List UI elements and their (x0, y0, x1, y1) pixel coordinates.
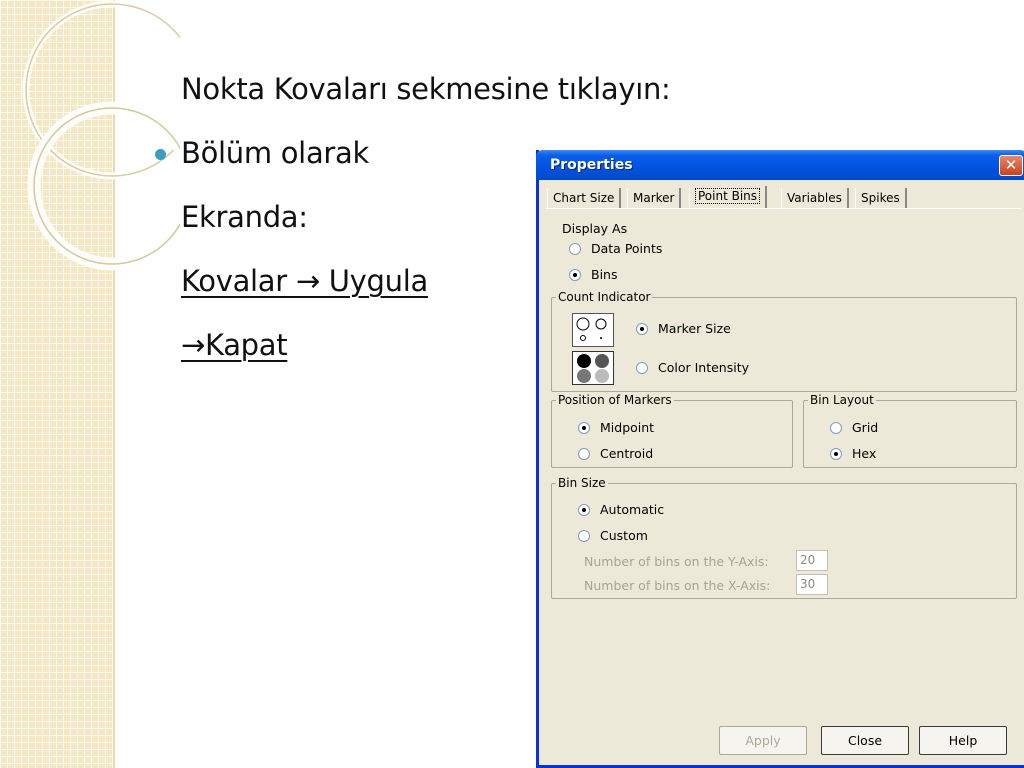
radio-midpoint-label: Midpoint (600, 420, 655, 435)
radio-color-intensity-label: Color Intensity (658, 360, 750, 375)
radio-data-points-indicator (569, 243, 581, 255)
close-icon[interactable]: ✕ (999, 155, 1023, 176)
color-intensity-icon (572, 351, 614, 385)
radio-data-points[interactable]: Data Points (569, 242, 662, 256)
x-axis-bins-label: Number of bins on the X-Axis: (584, 578, 771, 593)
marker-size-icon (572, 313, 614, 347)
radio-marker-size-indicator (636, 323, 648, 335)
radio-bins-indicator (569, 269, 581, 281)
radio-hex[interactable]: Hex (830, 447, 876, 461)
tab-point-bins[interactable]: Point Bins (689, 186, 768, 208)
count-indicator-label: Count Indicator (556, 290, 653, 304)
position-of-markers-group: Position of Markers Midpoint Centroid (551, 393, 793, 468)
radio-automatic[interactable]: Automatic (578, 503, 664, 517)
radio-centroid-label: Centroid (600, 446, 654, 461)
close-button[interactable]: Close (821, 726, 909, 755)
bullet-icon (155, 149, 166, 160)
bin-size-group: Bin Size Automatic Custom Number of bins… (551, 476, 1017, 599)
help-button[interactable]: Help (919, 726, 1007, 755)
step-bins-apply-text: Kovalar → Uygula (181, 264, 428, 298)
x-axis-bins-field[interactable]: 30 (796, 574, 828, 595)
radio-automatic-label: Automatic (600, 502, 665, 517)
bin-layout-group: Bin Layout Grid Hex (803, 393, 1017, 468)
radio-data-points-label: Data Points (591, 241, 663, 256)
radio-bins-label: Bins (591, 267, 618, 282)
step-close-text: →Kapat (181, 328, 288, 362)
radio-custom-label: Custom (600, 528, 648, 543)
tab-chart-size[interactable]: Chart Size (547, 188, 622, 208)
tab-variables[interactable]: Variables (781, 188, 849, 208)
properties-dialog: Properties ✕ Chart Size Marker Point Bin… (536, 150, 1024, 768)
tab-spikes-label: Spikes (861, 191, 900, 205)
radio-midpoint[interactable]: Midpoint (578, 421, 654, 435)
tab-spikes[interactable]: Spikes (855, 188, 907, 208)
point-bins-panel: Display As Data Points Bins Count Indica… (545, 208, 1021, 730)
y-axis-bins-label: Number of bins on the Y-Axis: (584, 554, 769, 569)
radio-midpoint-indicator (578, 422, 590, 434)
tab-marker[interactable]: Marker (627, 188, 682, 208)
radio-grid-indicator (830, 422, 842, 434)
radio-grid-label: Grid (852, 420, 879, 435)
radio-custom[interactable]: Custom (578, 529, 648, 543)
tab-marker-label: Marker (633, 191, 675, 205)
radio-custom-indicator (578, 530, 590, 542)
radio-bins[interactable]: Bins (569, 268, 617, 282)
radio-centroid-indicator (578, 448, 590, 460)
radio-hex-label: Hex (852, 446, 877, 461)
radio-marker-size-label: Marker Size (658, 321, 731, 336)
apply-button[interactable]: Apply (719, 726, 807, 755)
count-indicator-group: Count Indicator Marker Size Color Intens… (551, 290, 1017, 392)
dialog-title: Properties (550, 157, 633, 173)
radio-hex-indicator (830, 448, 842, 460)
instruction-line: Nokta Kovaları sekmesine tıklayın: (181, 72, 671, 106)
bin-layout-label: Bin Layout (808, 393, 876, 407)
display-as-label: Display As (562, 221, 628, 236)
radio-automatic-indicator (578, 504, 590, 516)
tab-point-bins-label: Point Bins (695, 188, 761, 204)
tab-chart-size-label: Chart Size (553, 191, 615, 205)
radio-centroid[interactable]: Centroid (578, 447, 653, 461)
y-axis-bins-field[interactable]: 20 (796, 550, 828, 571)
position-of-markers-label: Position of Markers (556, 393, 674, 407)
radio-color-intensity-indicator (636, 362, 648, 374)
bullet-text: Bölüm olarak (181, 136, 370, 170)
radio-color-intensity[interactable]: Color Intensity (636, 361, 749, 375)
radio-marker-size[interactable]: Marker Size (636, 322, 731, 336)
tab-variables-label: Variables (787, 191, 842, 205)
dialog-titlebar[interactable]: Properties ✕ (536, 150, 1024, 180)
bin-size-label: Bin Size (556, 476, 608, 490)
radio-grid[interactable]: Grid (830, 421, 878, 435)
